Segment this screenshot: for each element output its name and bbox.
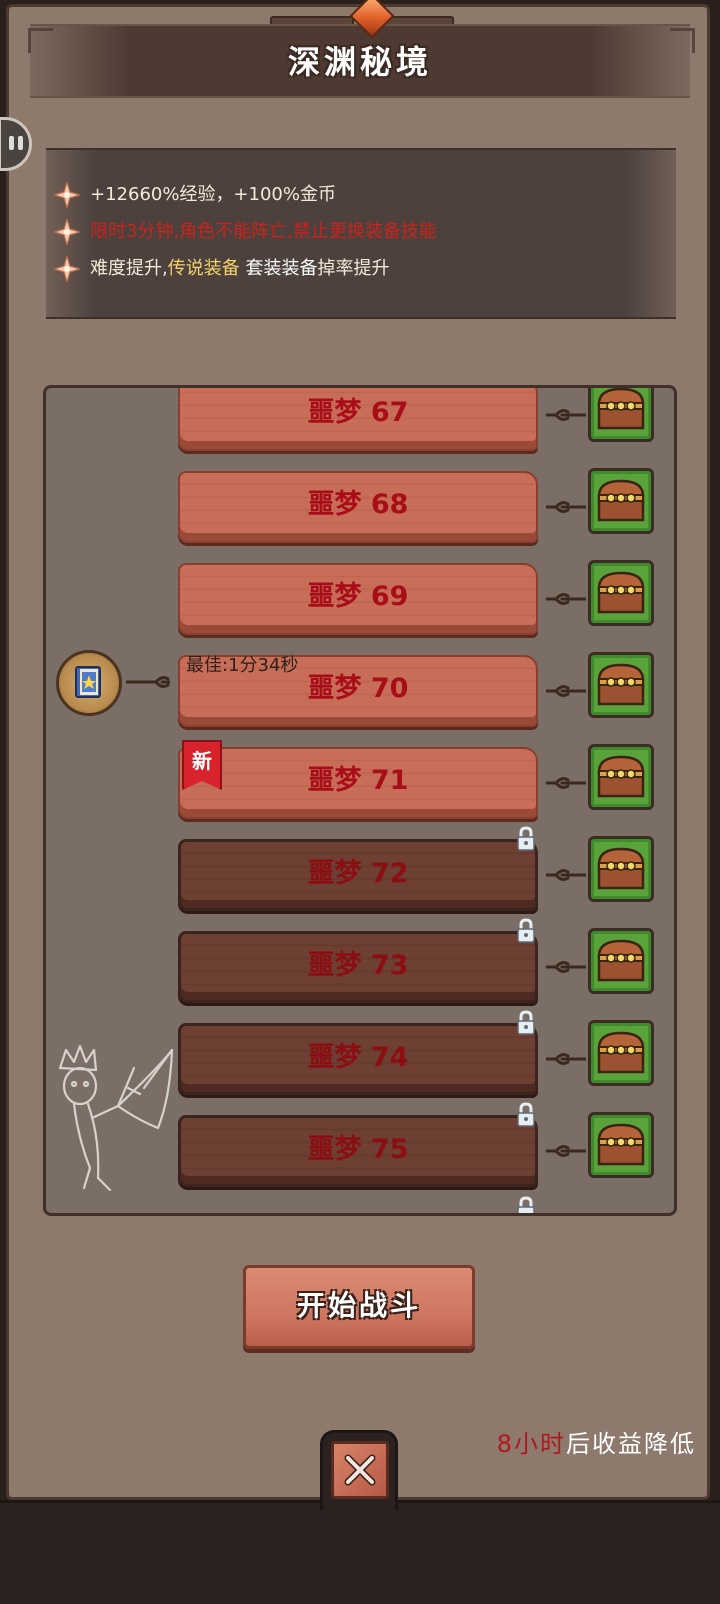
reward-decay-note: 8小时后收益降低	[497, 1424, 696, 1459]
connector-icon	[546, 593, 586, 605]
bonus-line-3-set: 套装装备	[239, 258, 318, 279]
level-plank-locked[interactable]: 噩梦 74	[178, 1023, 538, 1095]
connector-icon	[546, 501, 586, 513]
sparkle-star-icon	[54, 256, 80, 282]
decay-suffix: 后收益降低	[566, 1430, 696, 1458]
level-plank-locked[interactable]: 噩梦 75	[178, 1115, 538, 1187]
lock-icon	[517, 826, 535, 851]
level-label: 噩梦 69	[307, 581, 409, 612]
level-plank[interactable]: 噩梦 71	[178, 747, 538, 819]
best-time-label: 最佳:1分34秒	[186, 655, 299, 676]
reward-chest-button[interactable]	[588, 744, 654, 810]
pause-icon-left	[9, 136, 14, 150]
bonus-line-1: +12660%经验，+100%金币	[90, 184, 336, 205]
level-label: 噩梦 67	[307, 397, 409, 428]
level-plank[interactable]: 噩梦 68	[178, 471, 538, 543]
lock-icon	[517, 918, 535, 943]
bonus-line-3: 难度提升,传说装备 套装装备掉率提升	[90, 254, 389, 284]
reward-chest-button[interactable]	[588, 1020, 654, 1086]
decay-hours: 8小时	[496, 1430, 566, 1458]
level-row[interactable]: 噩梦 69	[46, 556, 674, 640]
level-label: 噩梦 68	[307, 489, 409, 520]
reward-chest-button[interactable]	[588, 560, 654, 626]
level-list[interactable]: 噩梦 67 噩梦 68 噩梦 69 噩梦 70 最佳:1分34秒 噩梦 71 新…	[43, 385, 677, 1216]
level-label: 噩梦 71	[307, 765, 409, 796]
page-title: 深渊秘境	[287, 43, 432, 81]
level-row[interactable]: 噩梦 72	[46, 826, 674, 916]
connector-icon	[546, 869, 586, 881]
bonus-line-3-part-4: 掉率提升	[317, 258, 390, 279]
connector-icon	[546, 685, 586, 697]
treasure-chest-icon	[597, 571, 645, 614]
bonus-line-3-legendary: 传说装备	[167, 258, 240, 279]
lock-icon	[517, 1010, 535, 1035]
reward-chest-button[interactable]	[588, 388, 654, 442]
level-label: 噩梦 75	[307, 1134, 409, 1165]
lock-icon	[517, 1102, 535, 1127]
connector-icon	[546, 1145, 586, 1157]
level-row[interactable]: 噩梦 73	[46, 918, 674, 1008]
connector-icon	[546, 777, 586, 789]
bonus-line-3-part-1: 难度提升,	[90, 258, 168, 279]
treasure-chest-icon	[597, 663, 645, 706]
pause-icon-right	[18, 136, 23, 150]
sparkle-star-icon	[54, 219, 80, 245]
level-label: 噩梦 72	[307, 858, 409, 889]
sparkle-star-icon	[54, 182, 80, 208]
level-label: 噩梦 73	[307, 950, 409, 981]
close-button[interactable]	[331, 1441, 389, 1499]
lock-icon	[517, 1196, 535, 1213]
level-row[interactable]: 噩梦 68	[46, 464, 674, 548]
treasure-chest-icon	[597, 939, 645, 982]
treasure-chest-icon	[597, 388, 645, 430]
level-plank[interactable]: 噩梦 67	[178, 388, 538, 451]
level-row[interactable]: 噩梦 67	[46, 388, 674, 456]
level-row[interactable]: 噩梦 75	[46, 1102, 674, 1192]
level-plank[interactable]: 噩梦 69	[178, 563, 538, 635]
level-row[interactable]: 噩梦 74	[46, 1010, 674, 1100]
close-x-icon	[344, 1454, 376, 1486]
connector-icon	[546, 1053, 586, 1065]
treasure-chest-icon	[597, 1123, 645, 1166]
level-plank-locked[interactable]: 噩梦 73	[178, 931, 538, 1003]
connector-icon	[546, 409, 586, 421]
start-battle-label: 开始战斗	[296, 1289, 421, 1322]
level-row[interactable]: 噩梦 71 新	[46, 740, 674, 824]
start-battle-button[interactable]: 开始战斗	[243, 1265, 475, 1349]
reward-chest-button[interactable]	[588, 836, 654, 902]
treasure-chest-icon	[597, 479, 645, 522]
bonus-line-2: 限时3分钟,角色不能阵亡,禁止更换装备技能	[90, 221, 437, 242]
level-label: 噩梦 74	[307, 1042, 409, 1073]
reward-chest-button[interactable]	[588, 1112, 654, 1178]
close-tab	[320, 1430, 398, 1510]
reward-chest-button[interactable]	[588, 652, 654, 718]
level-row[interactable]: 噩梦 70 最佳:1分34秒	[46, 648, 674, 732]
level-plank-locked[interactable]: 噩梦 72	[178, 839, 538, 911]
reward-chest-button[interactable]	[588, 928, 654, 994]
treasure-chest-icon	[597, 847, 645, 890]
reward-chest-button[interactable]	[588, 468, 654, 534]
connector-icon	[546, 961, 586, 973]
treasure-chest-icon	[597, 1031, 645, 1074]
treasure-chest-icon	[597, 755, 645, 798]
bottom-bar	[0, 1500, 720, 1604]
